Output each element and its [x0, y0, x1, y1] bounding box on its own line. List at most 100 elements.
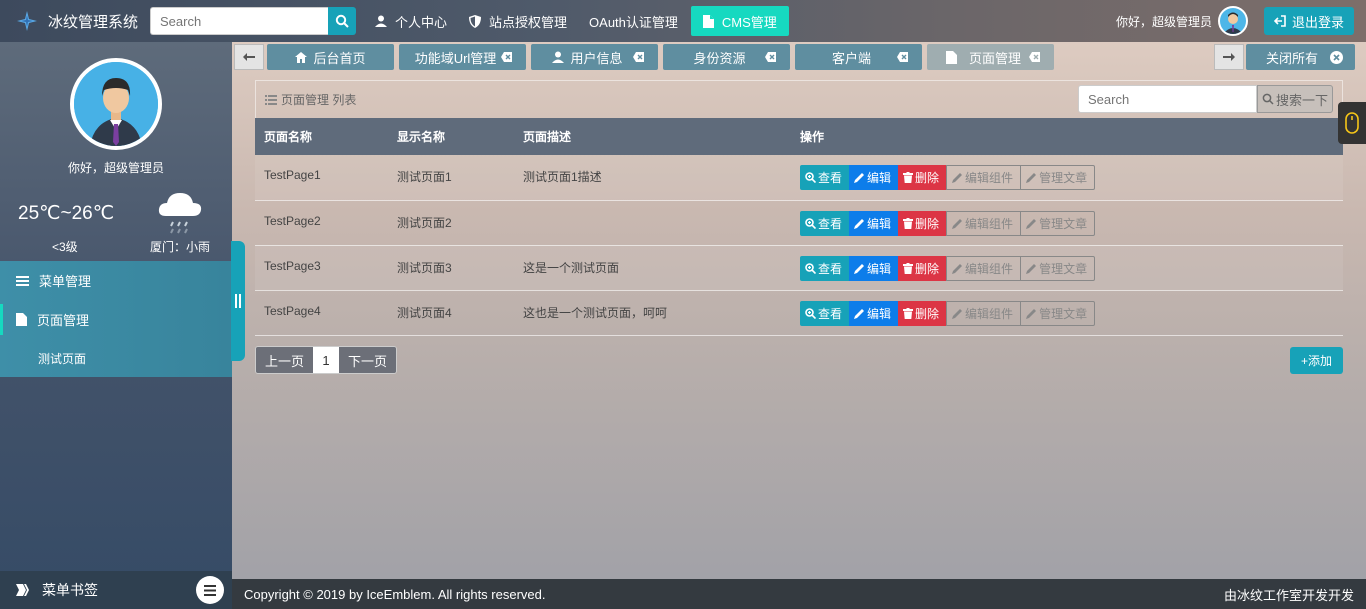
- close-tab-icon[interactable]: [633, 52, 644, 62]
- close-tab-icon[interactable]: [1029, 52, 1040, 62]
- profile-avatar[interactable]: [70, 58, 162, 150]
- avatar[interactable]: [1217, 6, 1248, 36]
- tab-label: 身份资源: [693, 50, 746, 66]
- description-cell: 测试页面1描述: [523, 170, 602, 184]
- sidebar-collapse-handle[interactable]: [231, 241, 245, 361]
- tabs-bar: 后台首页 功能域Url管理 用户信息 身份资源 客户端 页面管理 关闭所有: [232, 42, 1366, 72]
- tab-url-management[interactable]: 功能域Url管理: [399, 44, 526, 70]
- edit-components-label: 编辑组件: [965, 306, 1014, 321]
- delete-label: 删除: [915, 171, 940, 185]
- close-tab-icon[interactable]: [765, 52, 776, 62]
- edit-button[interactable]: 编辑: [849, 255, 899, 281]
- search-button[interactable]: [328, 7, 356, 35]
- edit-button[interactable]: 编辑: [849, 165, 899, 190]
- edit-components-button[interactable]: 编辑组件: [946, 255, 1022, 281]
- table-row: TestPage4 测试页面4 这也是一个测试页面，呵呵 查看 编辑 删除 编辑…: [255, 290, 1343, 335]
- delete-label: 删除: [915, 261, 940, 276]
- delete-button[interactable]: 删除: [898, 210, 947, 236]
- column-header: 显示名称: [397, 130, 446, 144]
- trash-icon: [903, 262, 914, 274]
- sidebar-item-menu-management[interactable]: 菜单管理: [0, 261, 232, 300]
- trash-icon: [903, 307, 914, 319]
- tab-label: 客户端: [831, 50, 871, 66]
- manage-articles-button[interactable]: 管理文章: [1021, 300, 1096, 326]
- tab-identity-resources[interactable]: 身份资源: [663, 44, 790, 70]
- list-icon: [16, 275, 29, 286]
- nav-oauth[interactable]: OAuth认证管理: [580, 6, 687, 36]
- page-name-cell: TestPage4: [264, 303, 321, 318]
- view-button[interactable]: 查看: [800, 165, 850, 190]
- bookmark-menu-button[interactable]: [196, 576, 224, 604]
- edit-components-button[interactable]: 编辑组件: [946, 165, 1022, 190]
- panel-search: 搜索一下: [1078, 85, 1333, 113]
- close-tab-icon[interactable]: [501, 52, 512, 62]
- sidebar-item-page-management[interactable]: 页面管理: [0, 300, 232, 339]
- edit-components-button[interactable]: 编辑组件: [946, 210, 1022, 236]
- top-nav: 个人中心 站点授权管理 OAuth认证管理 CMS管理: [366, 0, 793, 42]
- edit-components-button[interactable]: 编辑组件: [946, 300, 1022, 326]
- tabs-scroll-left[interactable]: [234, 44, 264, 70]
- arrow-right-icon: [1223, 53, 1235, 61]
- tabs-scroll-right[interactable]: [1214, 44, 1244, 70]
- rain-cloud-icon: [158, 193, 202, 234]
- manage-articles-button[interactable]: 管理文章: [1021, 255, 1096, 281]
- top-search: [150, 7, 356, 35]
- column-header: 页面名称: [264, 130, 313, 144]
- manage-articles-button[interactable]: 管理文章: [1021, 165, 1096, 190]
- prev-page-button[interactable]: 上一页: [256, 347, 314, 373]
- tab-user-info[interactable]: 用户信息: [531, 44, 658, 70]
- tab-clients[interactable]: 客户端: [795, 44, 922, 70]
- logout-button[interactable]: 退出登录: [1263, 7, 1354, 35]
- row-actions: 查看 编辑 删除 编辑组件 管理文章: [800, 300, 1343, 326]
- nav-label: OAuth认证管理: [589, 14, 678, 30]
- add-page-button[interactable]: +添加: [1290, 347, 1343, 374]
- sidebar-subitem-test-page[interactable]: 测试页面: [0, 339, 232, 377]
- close-all-tabs-button[interactable]: 关闭所有: [1246, 44, 1355, 70]
- tab-home[interactable]: 后台首页: [267, 44, 394, 70]
- pencil-icon: [952, 173, 963, 183]
- view-label: 查看: [818, 261, 843, 276]
- weather-temperature: 25℃~26℃: [18, 203, 115, 224]
- next-page-button[interactable]: 下一页: [339, 347, 397, 373]
- delete-label: 删除: [915, 216, 940, 231]
- search-input[interactable]: [150, 7, 328, 35]
- pencil-icon: [854, 308, 865, 319]
- nav-personal-center[interactable]: 个人中心: [366, 6, 456, 36]
- actions-cell: 查看 编辑 删除 编辑组件 管理文章: [791, 290, 1343, 335]
- sidebar-item-label: 菜单管理: [39, 274, 92, 289]
- page-table: 页面名称 显示名称 页面描述 操作 TestPage1 测试页面1 测试页面1描…: [255, 118, 1343, 336]
- pencil-icon: [1026, 173, 1037, 183]
- view-button[interactable]: 查看: [800, 255, 850, 281]
- floating-side-button[interactable]: [1338, 102, 1366, 144]
- tab-page-management[interactable]: 页面管理: [927, 44, 1054, 70]
- page-number-1[interactable]: 1: [313, 347, 340, 373]
- display-name-cell: 测试页面1: [397, 170, 452, 184]
- view-label: 查看: [818, 216, 843, 231]
- panel-header: 页面管理 列表 搜索一下: [255, 80, 1343, 118]
- top-right: 你好，超级管理员 退出登录: [1116, 0, 1354, 42]
- edit-button[interactable]: 编辑: [849, 210, 899, 236]
- edit-components-label: 编辑组件: [965, 216, 1014, 231]
- top-bar: 冰纹管理系统 个人中心 站点授权管理 OAuth认证管理 CMS管理 你好，超级…: [0, 0, 1366, 42]
- nav-cms[interactable]: CMS管理: [690, 6, 789, 36]
- tab-label: 后台首页: [313, 50, 366, 66]
- delete-label: 删除: [915, 306, 940, 321]
- pencil-icon: [854, 263, 865, 274]
- delete-button[interactable]: 删除: [898, 165, 947, 190]
- edit-button[interactable]: 编辑: [849, 300, 899, 326]
- manage-articles-button[interactable]: 管理文章: [1021, 210, 1096, 236]
- delete-button[interactable]: 删除: [898, 255, 947, 281]
- page-search-input[interactable]: [1078, 85, 1257, 113]
- page-search-button[interactable]: 搜索一下: [1257, 85, 1333, 113]
- view-button[interactable]: 查看: [800, 300, 850, 326]
- avatar-image: [1222, 12, 1243, 34]
- page-list-panel: 页面管理 列表 搜索一下 页面名称 显示名称 页面描述 操作 TestPage1…: [255, 80, 1343, 336]
- close-tab-icon[interactable]: [897, 52, 908, 62]
- delete-button[interactable]: 删除: [898, 300, 947, 326]
- brand[interactable]: 冰纹管理系统: [16, 0, 138, 42]
- page-name-cell: TestPage3: [264, 258, 321, 273]
- view-button[interactable]: 查看: [800, 210, 850, 236]
- table-row: TestPage3 测试页面3 这是一个测试页面 查看 编辑 删除 编辑组件 管…: [255, 245, 1343, 290]
- row-actions: 查看 编辑 删除 编辑组件 管理文章: [800, 210, 1343, 236]
- nav-site-auth[interactable]: 站点授权管理: [460, 6, 576, 36]
